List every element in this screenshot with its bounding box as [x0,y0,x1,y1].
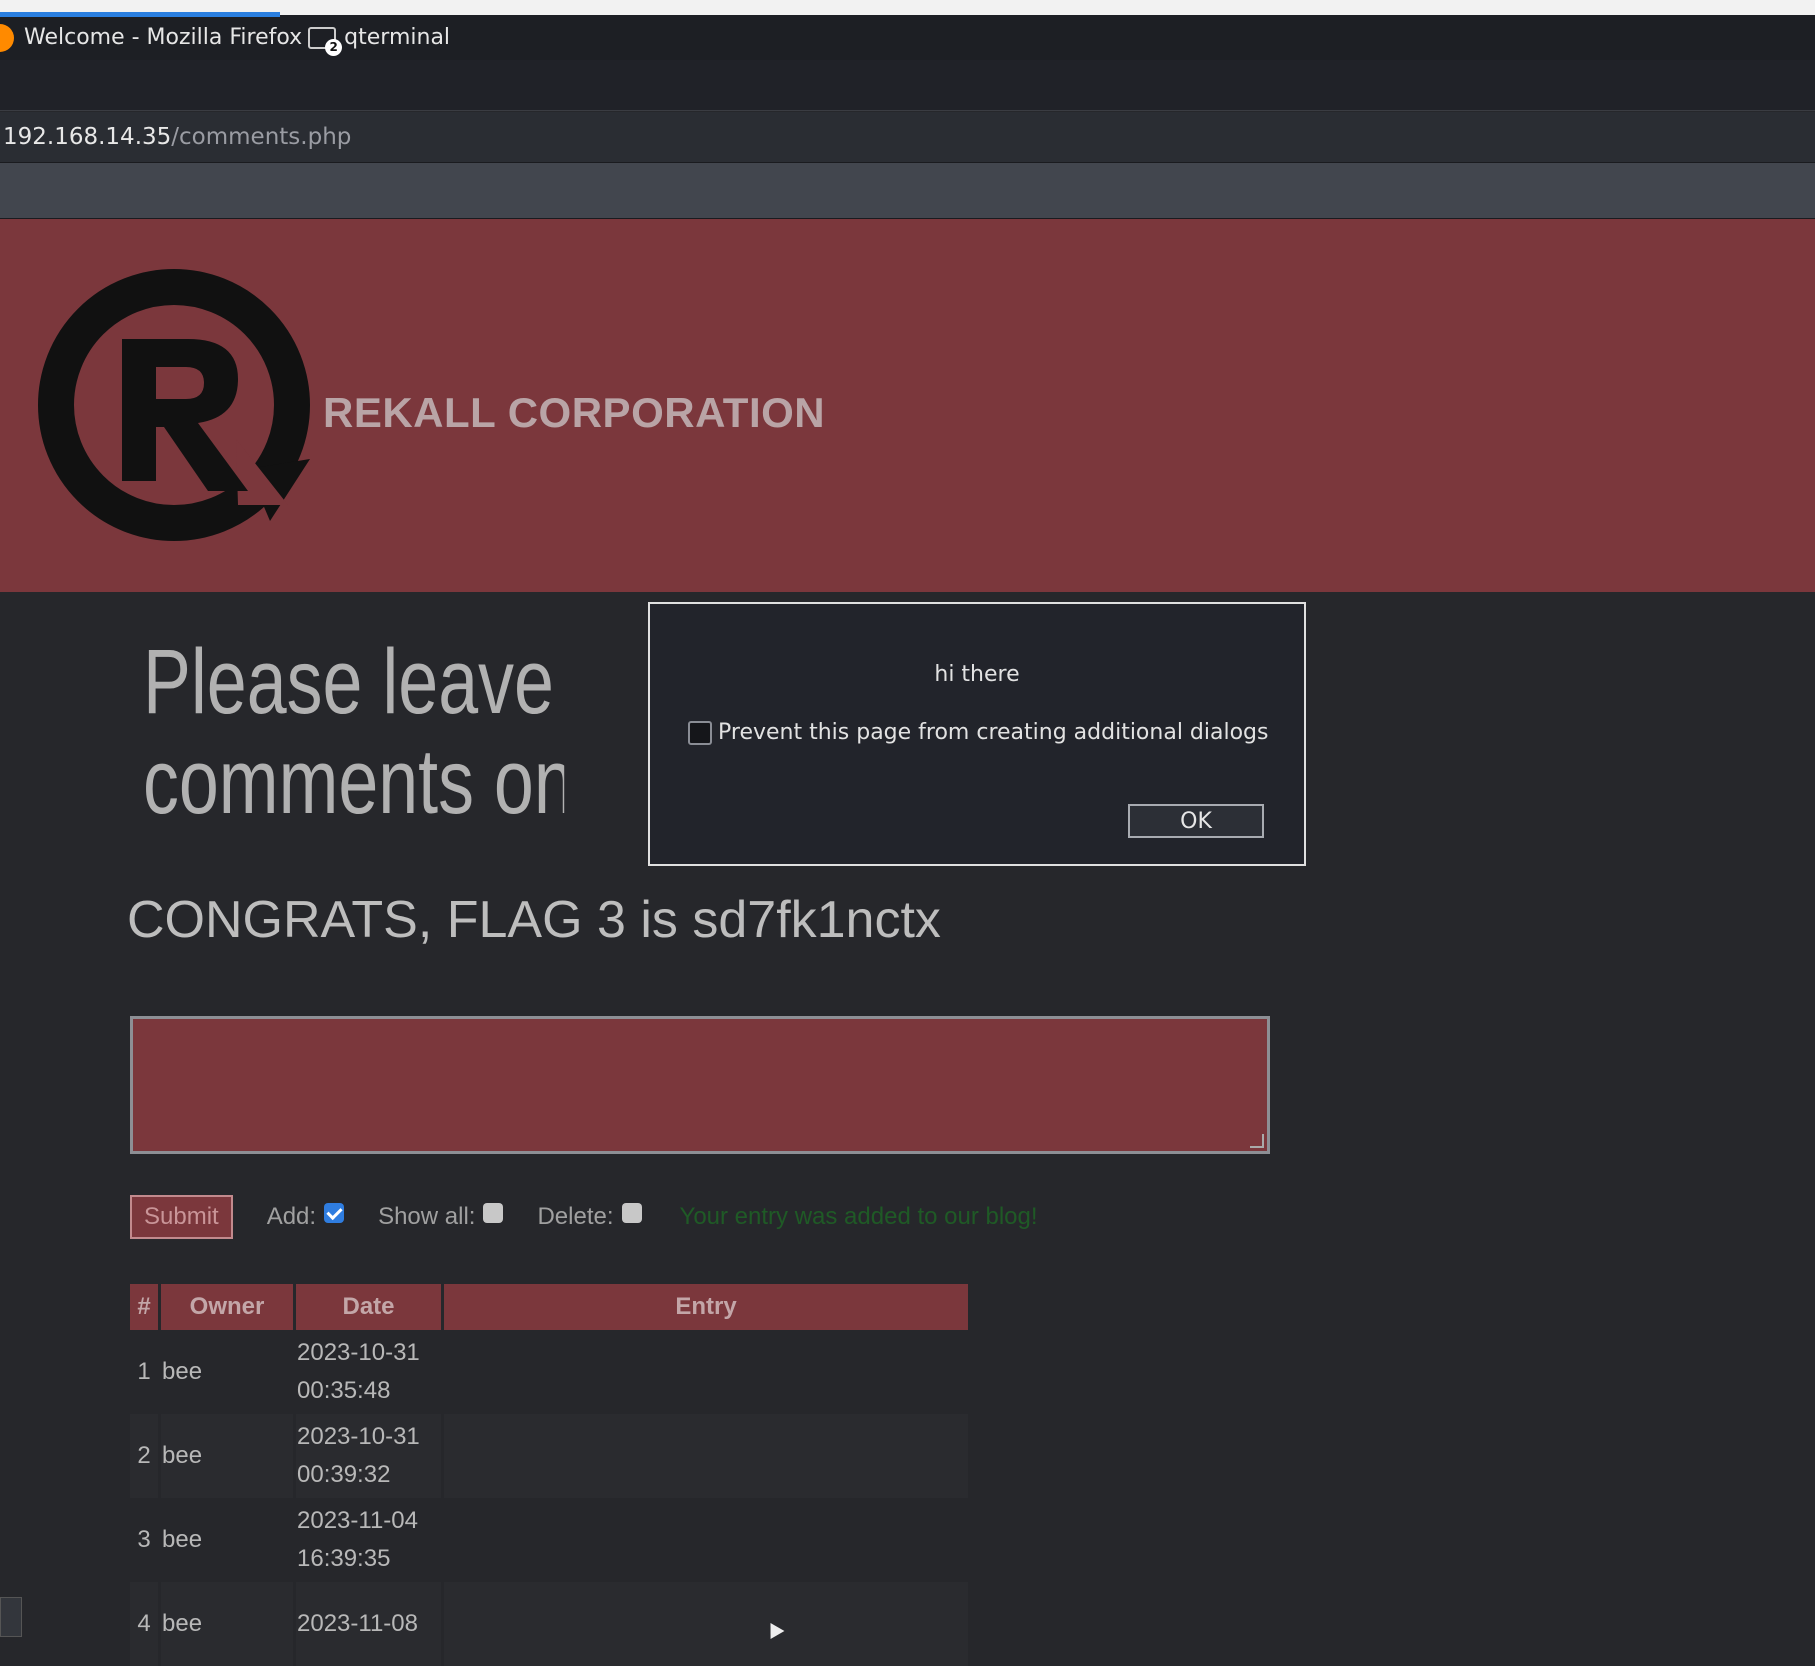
table-row: 2 bee 2023-10-31 00:39:32 [130,1414,968,1498]
taskbar-item-firefox[interactable]: Welcome - Mozilla Firefox [24,25,302,50]
table-row: 4 bee 2023-11-08 [130,1582,968,1666]
row-entry [444,1582,968,1666]
show-all-label: Show all: [378,1203,476,1230]
browser-tab-bar [0,60,1815,111]
row-date-day: 2023-11-04 [297,1507,418,1534]
delete-label: Delete: [537,1203,614,1230]
rekall-logo-icon [38,269,310,541]
row-date-day: 2023-10-31 [297,1339,420,1366]
side-panel-handle[interactable] [0,1597,22,1637]
heading-line-2: comments on our [143,731,564,833]
add-label: Add: [266,1203,317,1230]
header-owner: Owner [161,1284,293,1330]
row-owner: bee [162,1526,203,1553]
row-owner: bee [162,1358,203,1385]
add-checkbox[interactable] [324,1203,345,1223]
taskbar-windows: Welcome - Mozilla Firefox 2 qterminal [0,15,450,60]
alert-dialog: hi there Prevent this page from creating… [648,602,1306,866]
header-entry: Entry [444,1284,968,1330]
row-num: 4 [130,1582,158,1666]
submit-button[interactable]: Submit [130,1195,233,1239]
row-entry [444,1330,968,1414]
address-bar[interactable]: 192.168.14.35/comments.php [0,112,1815,163]
row-date: 2023-10-31 00:39:32 [296,1414,441,1498]
dialog-message: hi there [934,662,1020,687]
heading-line-1: Please leave your [143,632,564,733]
row-num: 1 [137,1358,151,1385]
row-date: 2023-11-08 [296,1582,441,1666]
table-header-row: # Owner Date Entry [130,1284,968,1330]
form-controls: Submit Add: Show all: Delete: Your entry… [130,1194,1038,1240]
row-owner: bee [161,1582,293,1666]
prevent-dialogs-checkbox[interactable] [688,720,712,745]
row-date-time: 00:35:48 [297,1377,391,1404]
comment-textarea[interactable] [130,1016,1270,1154]
row-date-day: 2023-11-08 [297,1610,418,1637]
status-message: Your entry was added to our blog! [679,1203,1038,1230]
blog-entries-table: # Owner Date Entry 1 bee 2023-10-31 00:35… [127,1284,971,1666]
row-entry [444,1414,968,1498]
header-num: # [130,1284,158,1330]
flag-message: CONGRATS, FLAG 3 is sd7fk1nctx [127,891,941,949]
show-all-checkbox[interactable] [483,1203,504,1223]
row-entry [444,1498,968,1582]
row-num: 2 [130,1414,158,1498]
table-row: 1 bee 2023-10-31 00:35:48 [130,1330,968,1414]
firefox-icon [0,23,14,52]
terminal-icon: 2 [308,26,343,56]
row-num: 3 [137,1526,151,1553]
row-owner: bee [161,1414,293,1498]
table-row: 3 bee 2023-11-04 16:39:35 [130,1498,968,1582]
url-path: /comments.php [171,124,352,150]
taskbar-item-qterminal[interactable]: qterminal [344,25,450,50]
company-name: REKALL CORPORATION [323,389,826,436]
site-header: REKALL CORPORATION [0,219,1815,592]
row-date: 2023-11-04 16:39:35 [296,1498,441,1582]
page-heading: Please leave your comments on our [143,632,564,842]
url-host: 192.168.14.35 [3,124,172,150]
row-date: 2023-10-31 00:35:48 [296,1330,441,1414]
ok-button[interactable]: OK [1128,804,1264,838]
bookmarks-toolbar [0,163,1815,219]
system-taskbar: Welcome - Mozilla Firefox 2 qterminal [0,0,1815,60]
terminal-count-badge: 2 [325,38,343,56]
header-date: Date [296,1284,441,1330]
row-date-day: 2023-10-31 [297,1423,420,1450]
prevent-dialogs-row[interactable]: Prevent this page from creating addition… [688,720,1268,745]
delete-checkbox[interactable] [621,1203,642,1223]
prevent-dialogs-label[interactable]: Prevent this page from creating addition… [718,720,1268,745]
row-date-time: 16:39:35 [297,1545,391,1572]
resize-grip-icon[interactable] [1250,1134,1264,1148]
row-date-time: 00:39:32 [297,1461,391,1488]
